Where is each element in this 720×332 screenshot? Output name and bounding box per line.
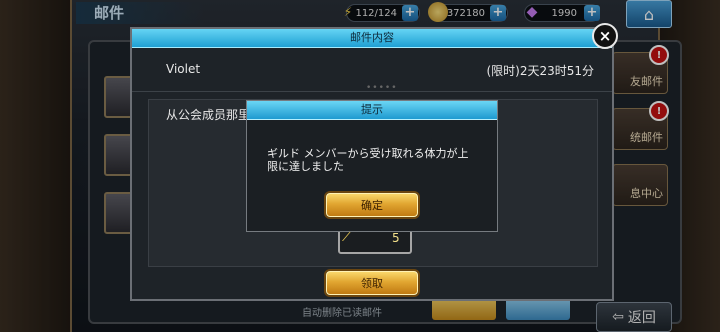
prompt-title: 提示 (247, 101, 497, 120)
sender-name: Violet (166, 62, 201, 76)
prompt-message: ギルド メンバーから受け取れる体力が上限に達しました (267, 147, 469, 173)
claim-label: 领取 (361, 277, 383, 290)
confirm-button[interactable]: 确定 (326, 193, 418, 217)
divider: ••••• (366, 83, 398, 93)
close-icon[interactable]: × (592, 23, 618, 49)
mail-body-text: 从公会成员那里 (166, 108, 251, 122)
mail-dialog-title: 邮件内容 (132, 29, 612, 48)
claim-button[interactable]: 领取 (326, 271, 418, 295)
expiry-time: (限时)2天23时51分 (486, 64, 594, 78)
confirm-label: 确定 (361, 199, 383, 212)
attachment-count: 5 (392, 231, 400, 245)
